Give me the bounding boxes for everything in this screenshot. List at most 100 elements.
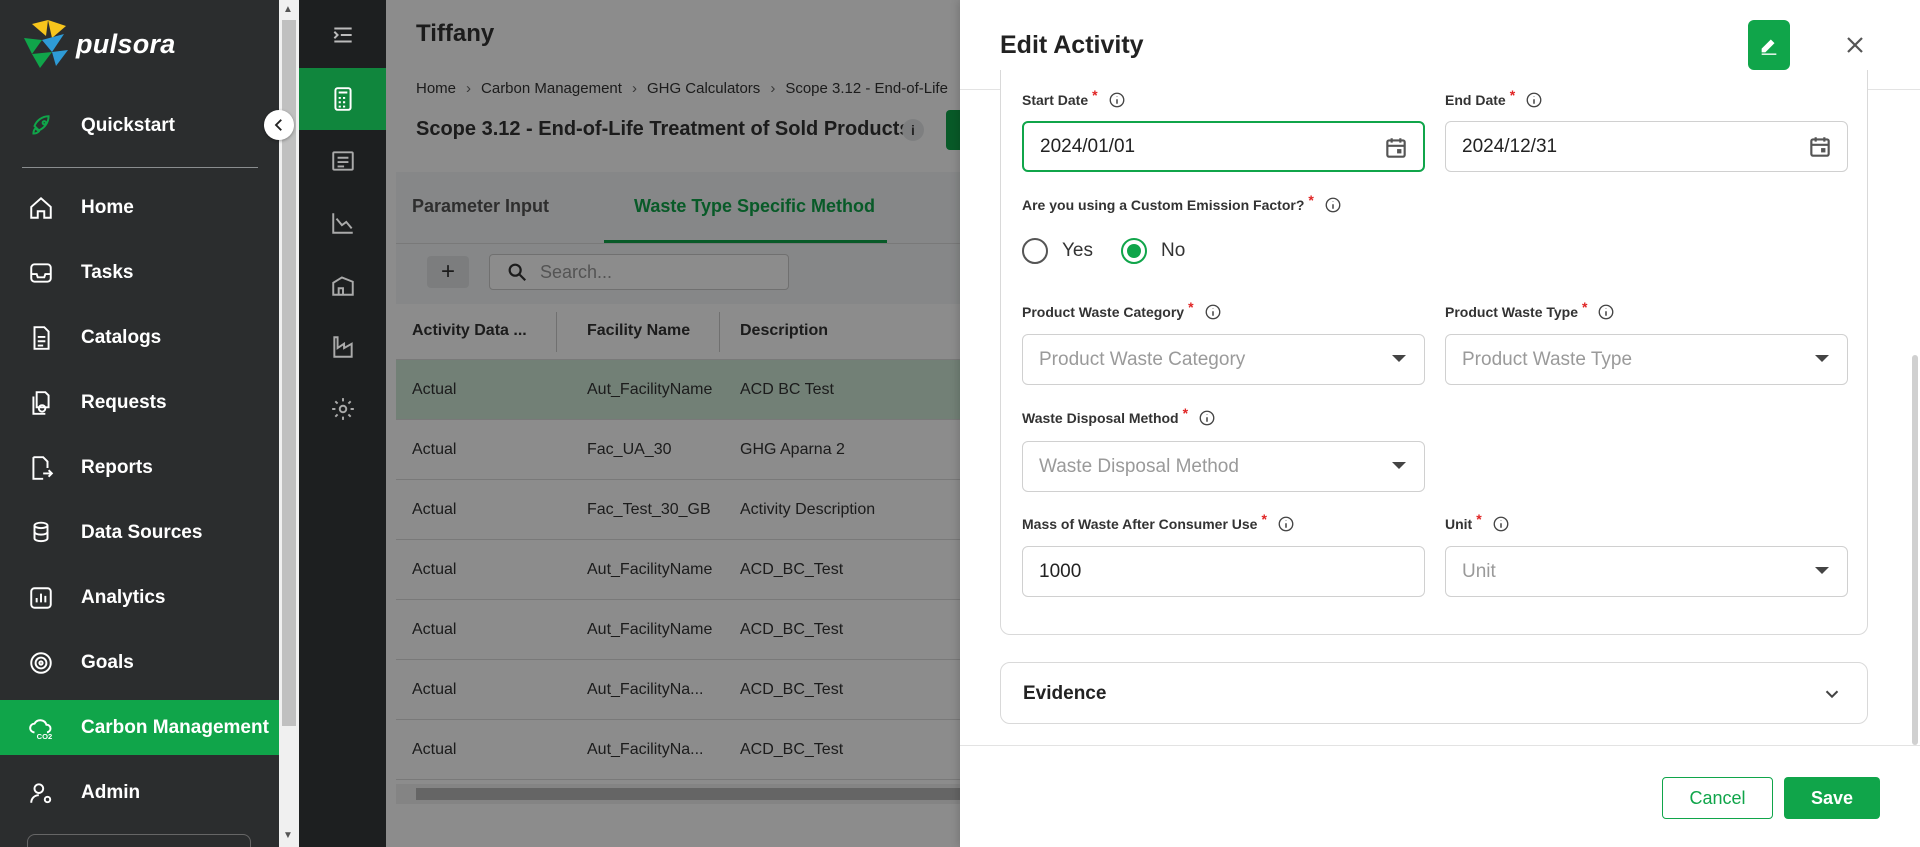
sidebar-footer-box[interactable] bbox=[27, 834, 251, 847]
chevron-down-icon[interactable] bbox=[1815, 567, 1829, 574]
rail-item-factory[interactable] bbox=[299, 316, 386, 378]
scroll-up-icon[interactable]: ▲ bbox=[283, 4, 293, 15]
required-mark: * bbox=[1182, 405, 1189, 421]
evidence-title: Evidence bbox=[1023, 683, 1107, 704]
info-icon[interactable] bbox=[1108, 91, 1126, 109]
unit-select[interactable] bbox=[1445, 546, 1848, 597]
info-icon[interactable] bbox=[1597, 303, 1615, 321]
radio-yes[interactable] bbox=[1022, 238, 1048, 264]
sidebar-item-reports[interactable]: Reports bbox=[0, 440, 279, 495]
rail-item-calculator[interactable] bbox=[299, 68, 386, 130]
close-button[interactable] bbox=[1840, 30, 1870, 60]
rail-item-chart[interactable] bbox=[299, 192, 386, 254]
sidebar-item-data-sources[interactable]: Data Sources bbox=[0, 505, 279, 560]
mass-of-waste-field[interactable] bbox=[1022, 546, 1425, 597]
waste-disposal-method-input[interactable] bbox=[1039, 455, 1347, 478]
calculator-icon bbox=[333, 87, 352, 111]
end-date-field[interactable] bbox=[1445, 121, 1848, 172]
evidence-accordion[interactable]: Evidence bbox=[1000, 662, 1868, 724]
sidebar-item-carbon-management[interactable]: CO2 Carbon Management bbox=[0, 700, 279, 755]
unit-input[interactable] bbox=[1462, 560, 1770, 583]
inbox-icon bbox=[28, 260, 54, 286]
calendar-icon[interactable] bbox=[1383, 135, 1409, 161]
custom-ef-radio-group: Yes No bbox=[1022, 238, 1213, 264]
cancel-button[interactable]: Cancel bbox=[1662, 777, 1773, 819]
rocket-icon bbox=[28, 113, 54, 139]
chevron-down-icon[interactable] bbox=[1392, 355, 1406, 362]
sidebar-item-tasks[interactable]: Tasks bbox=[0, 245, 279, 300]
custom-ef-label: Are you using a Custom Emission Factor? * bbox=[1022, 192, 1342, 214]
product-waste-category-select[interactable] bbox=[1022, 334, 1425, 385]
required-mark: * bbox=[1092, 87, 1098, 103]
calendar-icon[interactable] bbox=[1807, 134, 1833, 160]
chevron-down-icon[interactable] bbox=[1392, 462, 1406, 469]
required-mark: * bbox=[1582, 299, 1588, 315]
info-icon[interactable] bbox=[1277, 515, 1295, 533]
target-icon bbox=[28, 650, 54, 676]
info-icon[interactable] bbox=[1204, 303, 1222, 321]
mass-of-waste-input[interactable] bbox=[1039, 560, 1347, 583]
building-icon bbox=[331, 276, 354, 296]
sidebar-item-label: Carbon Management bbox=[81, 716, 269, 738]
chevron-left-icon bbox=[274, 119, 282, 131]
end-date-input[interactable] bbox=[1462, 135, 1770, 158]
rail-item-building[interactable] bbox=[299, 254, 386, 316]
edit-mode-button[interactable] bbox=[1748, 20, 1790, 70]
scroll-down-icon[interactable]: ▼ bbox=[283, 830, 293, 841]
requests-icon bbox=[28, 390, 54, 416]
save-button[interactable]: Save bbox=[1784, 777, 1880, 819]
sidebar-item-label: Catalogs bbox=[81, 326, 162, 348]
analytics-icon bbox=[28, 585, 54, 611]
radio-no-label[interactable]: No bbox=[1161, 240, 1185, 262]
user-gear-icon bbox=[28, 780, 54, 806]
radio-yes-label[interactable]: Yes bbox=[1062, 240, 1093, 262]
label-text: Are you using a Custom Emission Factor? bbox=[1022, 197, 1305, 213]
menu-collapse-icon bbox=[333, 27, 352, 43]
rail-item-ledger[interactable] bbox=[299, 130, 386, 192]
radio-no[interactable] bbox=[1121, 238, 1147, 264]
sidebar-collapse-button[interactable] bbox=[264, 110, 294, 140]
sidebar-item-label: Analytics bbox=[81, 586, 166, 608]
drawer-footer: Cancel Save bbox=[960, 745, 1920, 847]
waste-disposal-method-select[interactable] bbox=[1022, 441, 1425, 492]
home-icon bbox=[28, 195, 54, 221]
unit-label: Unit * bbox=[1445, 511, 1510, 533]
info-icon[interactable] bbox=[1492, 515, 1510, 533]
radio-selected-dot bbox=[1127, 244, 1141, 258]
sidebar-item-home[interactable]: Home bbox=[0, 180, 279, 235]
sidebar-item-catalogs[interactable]: Catalogs bbox=[0, 310, 279, 365]
sidebar-divider bbox=[22, 167, 258, 168]
sidebar-item-admin[interactable]: Admin bbox=[0, 765, 279, 820]
start-date-input[interactable] bbox=[1040, 135, 1347, 158]
sidebar-item-requests[interactable]: Requests bbox=[0, 375, 279, 430]
chevron-down-icon[interactable] bbox=[1815, 355, 1829, 362]
product-waste-type-select[interactable] bbox=[1445, 334, 1848, 385]
line-chart-icon bbox=[331, 213, 353, 234]
sidebar-item-goals[interactable]: Goals bbox=[0, 635, 279, 690]
rail-menu-toggle[interactable] bbox=[299, 4, 386, 66]
start-date-field[interactable] bbox=[1022, 121, 1425, 172]
start-date-label: Start Date * bbox=[1022, 87, 1126, 109]
product-waste-category-input[interactable] bbox=[1039, 348, 1347, 371]
sidebar: pulsora Quickstart Home Tasks Catalogs R… bbox=[0, 0, 279, 847]
product-waste-type-input[interactable] bbox=[1462, 348, 1770, 371]
edit-activity-drawer: Edit Activity Start Date* End Date* Are … bbox=[960, 0, 1920, 847]
rail-item-settings[interactable] bbox=[299, 378, 386, 440]
sidebar-item-label: Data Sources bbox=[81, 521, 203, 543]
chevron-down-icon[interactable] bbox=[1821, 683, 1843, 705]
info-icon[interactable] bbox=[1525, 91, 1543, 109]
info-icon[interactable] bbox=[1198, 409, 1216, 427]
pencil-icon bbox=[1761, 39, 1777, 55]
label-text: Product Waste Type bbox=[1445, 304, 1579, 320]
sidebar-item-label: Reports bbox=[81, 456, 153, 478]
gear-icon bbox=[331, 398, 354, 420]
sidebar-item-analytics[interactable]: Analytics bbox=[0, 570, 279, 625]
sidebar-item-label: Goals bbox=[81, 651, 134, 673]
sidebar-item-label: Tasks bbox=[81, 261, 134, 283]
drawer-scrollbar[interactable] bbox=[1912, 355, 1918, 745]
end-date-label: End Date * bbox=[1445, 87, 1543, 109]
label-text: Unit bbox=[1445, 516, 1473, 532]
pulsora-logo[interactable]: pulsora bbox=[22, 20, 176, 68]
sidebar-item-quickstart[interactable]: Quickstart bbox=[0, 98, 279, 153]
info-icon[interactable] bbox=[1324, 196, 1342, 214]
